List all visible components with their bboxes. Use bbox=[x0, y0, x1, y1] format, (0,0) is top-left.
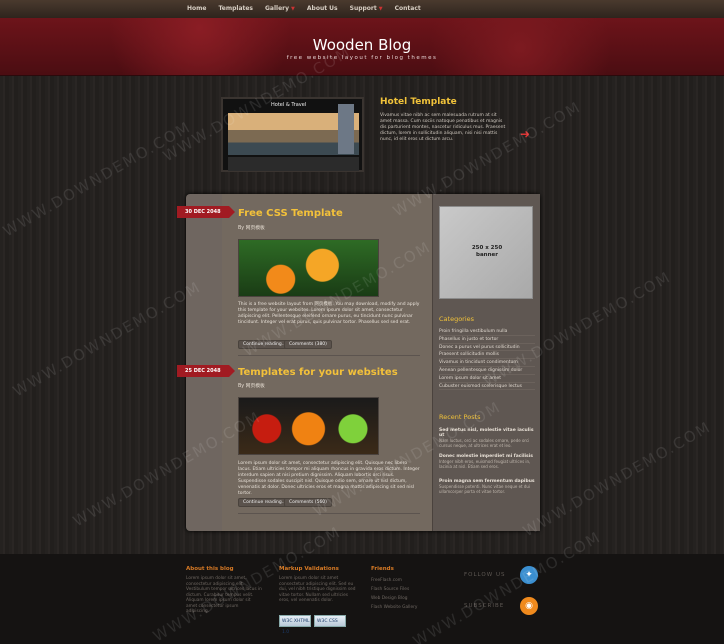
recent-post-item[interactable]: Donec molestie imperdiet mi facilisis In… bbox=[439, 454, 535, 469]
post-image-fruits[interactable] bbox=[238, 397, 379, 455]
nav-contact-label: Contact bbox=[394, 5, 421, 12]
featured-title[interactable]: Hotel Template bbox=[380, 97, 457, 107]
post-author: By 网页模板 bbox=[238, 384, 265, 389]
category-link[interactable]: Praesent sollicitudin mollis bbox=[439, 351, 535, 360]
post-title[interactable]: Free CSS Template bbox=[238, 208, 343, 219]
footer-about-heading: About this blog bbox=[186, 566, 234, 572]
post-divider bbox=[238, 355, 420, 356]
follow-us-label: FOLLOW US bbox=[464, 572, 506, 578]
category-link[interactable]: Vivamus in tincidunt condimentum bbox=[439, 359, 535, 367]
w3c-xhtml-badge[interactable]: W3C XHTML 1.0 bbox=[279, 615, 311, 635]
friend-link[interactable]: Flash Source Files bbox=[371, 587, 417, 596]
site-footer bbox=[0, 554, 724, 644]
site-title[interactable]: Wooden Blog bbox=[0, 36, 724, 54]
site-header: Wooden Blog free website layout for blog… bbox=[0, 18, 724, 76]
comments-button[interactable]: Comments (380) bbox=[284, 340, 332, 349]
footer-markup-heading: Markup Validations bbox=[279, 566, 339, 572]
recent-post-title[interactable]: Sed metus nisl, molestie vitae iaculis u… bbox=[439, 428, 535, 438]
nav-contact[interactable]: Contact bbox=[395, 5, 421, 12]
nav-gallery-label: Gallery bbox=[265, 5, 290, 12]
nav-about-label: About Us bbox=[306, 5, 338, 12]
comments-button[interactable]: Comments (560) bbox=[284, 498, 332, 507]
featured-thumbnail[interactable]: Hotel & Travel bbox=[221, 97, 364, 172]
w3c-css-badge[interactable]: W3C CSS bbox=[314, 615, 346, 627]
post-image-oranges[interactable] bbox=[238, 239, 379, 297]
rss-icon[interactable]: ◉ bbox=[520, 597, 538, 615]
recent-post-desc: Integer nibh eros, euismod feugiat ultri… bbox=[439, 459, 531, 469]
nav-templates-label: Templates bbox=[218, 5, 253, 12]
categories-heading: Categories bbox=[439, 315, 475, 323]
featured-text: Vivamus vitae nibh ac sem malesuada rutr… bbox=[380, 113, 506, 142]
category-link[interactable]: Donec a purus vel purus sollicitudin bbox=[439, 344, 535, 352]
friend-link[interactable]: Flash Website Gallery bbox=[371, 605, 417, 614]
next-arrow-icon[interactable]: ➜ bbox=[520, 128, 532, 140]
footer-markup-text: Lorem ipsum dolor sit amet consectetur a… bbox=[279, 576, 356, 603]
category-link[interactable]: Cubuster euismod scelerisque lectus bbox=[439, 383, 535, 391]
recent-post-item[interactable]: Proin magna sem fermentum dapibus Suspen… bbox=[439, 479, 535, 494]
recent-post-desc: Suspendisse potenti. Nunc vitae neque et… bbox=[439, 484, 531, 494]
categories-list: Proin fringilla vestibulum nulla Phasell… bbox=[439, 328, 535, 391]
nav-gallery[interactable]: Gallery ▼ bbox=[265, 5, 295, 12]
friend-link[interactable]: Web Design Blog bbox=[371, 596, 417, 605]
footer-friends-heading: Friends bbox=[371, 566, 394, 572]
post-divider bbox=[238, 513, 420, 514]
friend-link[interactable]: FreeFlash.com bbox=[371, 578, 417, 587]
post-author: By 网页模板 bbox=[238, 226, 265, 231]
twitter-bird-icon[interactable]: ✦ bbox=[520, 566, 538, 584]
category-link[interactable]: Phasellus in justo et tortor bbox=[439, 336, 535, 344]
recent-post-item[interactable]: Sed metus nisl, molestie vitae iaculis u… bbox=[439, 428, 535, 448]
featured-thumbnail-title: Hotel & Travel bbox=[271, 102, 307, 108]
category-link[interactable]: Proin fringilla vestibulum nulla bbox=[439, 328, 535, 336]
ad-banner[interactable]: 250 x 250 banner bbox=[439, 206, 533, 299]
post-date-badge: 25 DEC 2048 bbox=[177, 365, 235, 377]
nav-home[interactable]: Home bbox=[187, 5, 206, 12]
dropdown-caret-icon: ▼ bbox=[378, 6, 383, 12]
recent-post-desc: Nam luctus, orci ac sodales ornare, pede… bbox=[439, 438, 530, 448]
dropdown-caret-icon: ▼ bbox=[291, 6, 295, 12]
nav-templates[interactable]: Templates bbox=[218, 5, 253, 12]
site-subtitle: free website layout for blog themes bbox=[286, 55, 438, 61]
nav-support[interactable]: Support ▼ bbox=[350, 5, 383, 12]
post-excerpt: Lorem ipsum dolor sit amet, consectetur … bbox=[238, 461, 420, 496]
category-link[interactable]: Lorem ipsum dolor sit amet bbox=[439, 375, 535, 383]
nav-about[interactable]: About Us bbox=[307, 5, 338, 12]
footer-friends-list: FreeFlash.com Flash Source Files Web Des… bbox=[371, 578, 417, 614]
recent-posts-heading: Recent Posts bbox=[439, 413, 481, 421]
post-date-badge: 30 DEC 2048 bbox=[177, 206, 235, 218]
top-navigation: Home Templates Gallery ▼ About Us Support… bbox=[0, 0, 724, 18]
nav-home-label: Home bbox=[187, 5, 207, 12]
footer-about-text: Lorem ipsum dolor sit amet, consectetur … bbox=[186, 576, 262, 614]
ad-banner-label: 250 x 250 banner bbox=[471, 245, 503, 258]
category-link[interactable]: Aenean pellentesque dignissim dolor bbox=[439, 367, 535, 375]
post-title[interactable]: Templates for your websites bbox=[238, 367, 398, 378]
subscribe-label: SUBSCRIBE bbox=[464, 603, 505, 609]
post-excerpt: This is a free website layout from 网页模板.… bbox=[238, 302, 420, 325]
featured-tower-image bbox=[338, 104, 354, 154]
nav-support-label: Support bbox=[349, 5, 377, 12]
featured-strip bbox=[228, 157, 359, 171]
